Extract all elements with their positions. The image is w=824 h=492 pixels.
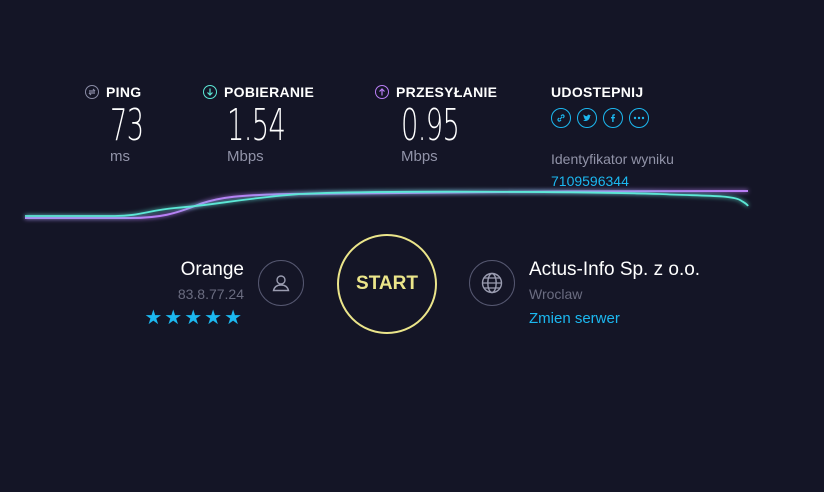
ping-value: 73 (110, 100, 144, 151)
server-location: Wroclaw (529, 286, 583, 302)
isp-rating-stars[interactable]: ★★★★★ (144, 305, 244, 330)
share-section: UDOSTEPNIJ (551, 84, 649, 128)
isp-name: Orange (180, 259, 244, 280)
globe-icon (469, 260, 515, 306)
start-button[interactable]: START (337, 234, 437, 334)
upload-arrow-icon (375, 85, 389, 99)
download-arrow-icon (203, 85, 217, 99)
user-icon (258, 260, 304, 306)
upload-metric: PRZESYŁANIE 0.95 Mbps (375, 84, 497, 165)
server-name: Actus-Info Sp. z o.o. (529, 259, 701, 280)
change-server-link[interactable]: Zmien serwer (529, 310, 620, 327)
twitter-icon[interactable] (577, 108, 597, 128)
facebook-icon[interactable] (603, 108, 623, 128)
download-line (25, 190, 749, 217)
upload-label: PRZESYŁANIE (396, 84, 498, 100)
more-icon[interactable] (629, 108, 649, 128)
ping-label: PING (106, 84, 142, 100)
download-value: 1.54 (227, 100, 286, 151)
isp-ip: 83.8.77.24 (177, 286, 244, 302)
speed-graph (25, 190, 749, 219)
ping-metric: PING 73 ms (85, 84, 164, 165)
download-label: POBIERANIE (224, 84, 315, 100)
result-id-label: Identyfikator wyniku (551, 151, 674, 167)
share-label: UDOSTEPNIJ (551, 84, 644, 100)
link-icon[interactable] (551, 108, 571, 128)
ping-icon (85, 85, 99, 99)
upload-value: 0.95 (401, 100, 460, 151)
download-metric: POBIERANIE 1.54 Mbps (203, 84, 321, 165)
